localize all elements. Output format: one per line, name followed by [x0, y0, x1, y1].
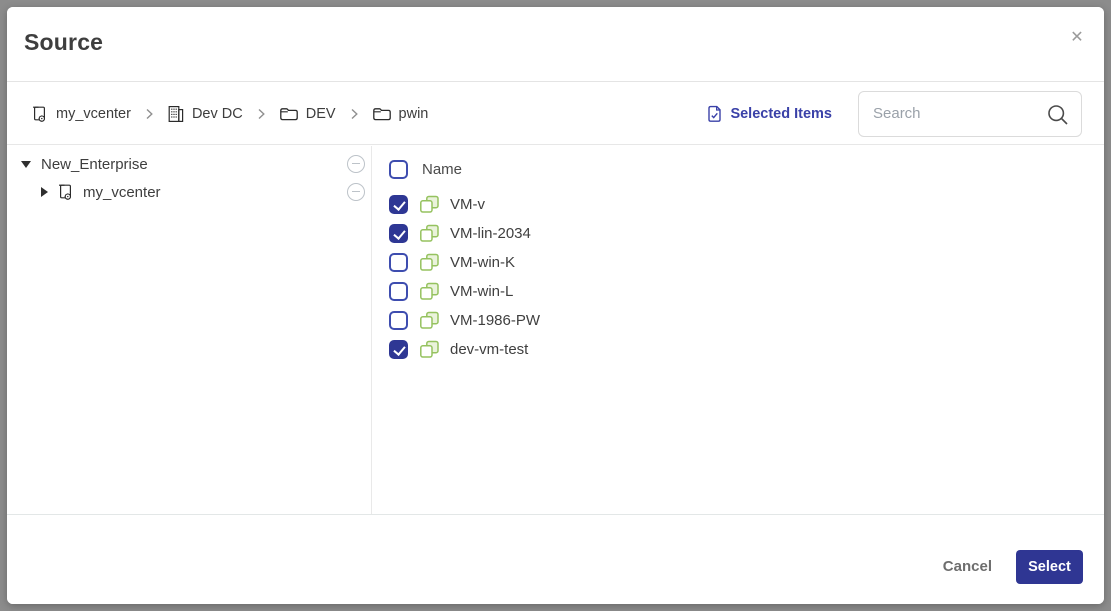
chevron-right-icon: [254, 107, 268, 121]
vm-name: VM-v: [450, 196, 485, 213]
vm-icon: [419, 224, 440, 243]
source-tree: New_Enterprise my_vcenter: [7, 146, 372, 514]
table-row[interactable]: VM-v: [373, 190, 1104, 219]
chevron-right-icon: [142, 107, 156, 121]
close-icon[interactable]: ✕: [1066, 27, 1088, 49]
breadcrumb-label: my_vcenter: [56, 106, 131, 122]
breadcrumb-item-pwin[interactable]: pwin: [372, 105, 429, 122]
breadcrumb-label: Dev DC: [192, 106, 243, 122]
vcenter-icon: [58, 183, 75, 201]
search-box: [858, 91, 1082, 137]
page-title: Source: [24, 29, 103, 56]
chevron-right-icon: [347, 107, 361, 121]
selected-items-label: Selected Items: [730, 106, 832, 122]
tree-item-label: my_vcenter: [83, 184, 161, 201]
breadcrumb-label: DEV: [306, 106, 336, 122]
table-row[interactable]: VM-lin-2034: [373, 219, 1104, 248]
toolbar: my_vcenter Dev DC: [7, 83, 1104, 145]
breadcrumb-item-dev-dc[interactable]: Dev DC: [167, 105, 243, 123]
row-checkbox[interactable]: [389, 195, 408, 214]
search-input[interactable]: [873, 93, 1038, 135]
select-button[interactable]: Select: [1016, 550, 1083, 584]
list-header: Name: [373, 153, 1104, 185]
vm-name: VM-1986-PW: [450, 312, 540, 329]
vm-name: VM-lin-2034: [450, 225, 531, 242]
toolbar-right: Selected Items: [707, 91, 1082, 137]
breadcrumb-item-dev[interactable]: DEV: [279, 105, 336, 122]
vm-name: VM-win-L: [450, 283, 513, 300]
search-icon[interactable]: [1046, 103, 1070, 127]
name-column-header: Name: [422, 161, 462, 178]
folder-icon: [372, 105, 392, 122]
vm-name: VM-win-K: [450, 254, 515, 271]
breadcrumb-item-my-vcenter[interactable]: my_vcenter: [32, 105, 131, 123]
row-checkbox[interactable]: [389, 224, 408, 243]
folder-icon: [279, 105, 299, 122]
table-row[interactable]: VM-1986-PW: [373, 306, 1104, 335]
select-all-checkbox[interactable]: [389, 160, 408, 179]
vm-icon: [419, 311, 440, 330]
minus-circle-icon[interactable]: [347, 183, 365, 201]
breadcrumb-label: pwin: [399, 106, 429, 122]
table-row[interactable]: VM-win-K: [373, 248, 1104, 277]
expander-right-icon[interactable]: [41, 187, 48, 197]
row-checkbox[interactable]: [389, 311, 408, 330]
document-check-icon: [707, 105, 722, 123]
table-row[interactable]: VM-win-L: [373, 277, 1104, 306]
vm-icon: [419, 253, 440, 272]
vm-icon: [419, 282, 440, 301]
row-checkbox[interactable]: [389, 340, 408, 359]
tree-item-label: New_Enterprise: [41, 156, 148, 173]
dialog-header: Source ✕: [7, 7, 1104, 82]
table-row[interactable]: dev-vm-test: [373, 335, 1104, 364]
dialog-content: New_Enterprise my_vcenter Name: [7, 146, 1104, 514]
datacenter-icon: [167, 105, 185, 123]
breadcrumb: my_vcenter Dev DC: [32, 105, 428, 123]
minus-circle-icon[interactable]: [347, 155, 365, 173]
vm-icon: [419, 195, 440, 214]
vm-icon: [419, 340, 440, 359]
dialog-footer: Cancel Select: [7, 514, 1104, 604]
source-dialog: Source ✕ my_vcenter: [7, 7, 1104, 604]
cancel-button[interactable]: Cancel: [943, 558, 992, 575]
vcenter-icon: [32, 105, 49, 123]
tree-item-new-enterprise[interactable]: New_Enterprise: [7, 150, 371, 178]
row-checkbox[interactable]: [389, 253, 408, 272]
vm-name: dev-vm-test: [450, 341, 528, 358]
row-checkbox[interactable]: [389, 282, 408, 301]
tree-item-my-vcenter[interactable]: my_vcenter: [7, 178, 371, 206]
expander-down-icon[interactable]: [21, 161, 31, 168]
vm-list: Name VM-v VM-lin-2034: [373, 146, 1104, 514]
selected-items-button[interactable]: Selected Items: [707, 105, 832, 123]
